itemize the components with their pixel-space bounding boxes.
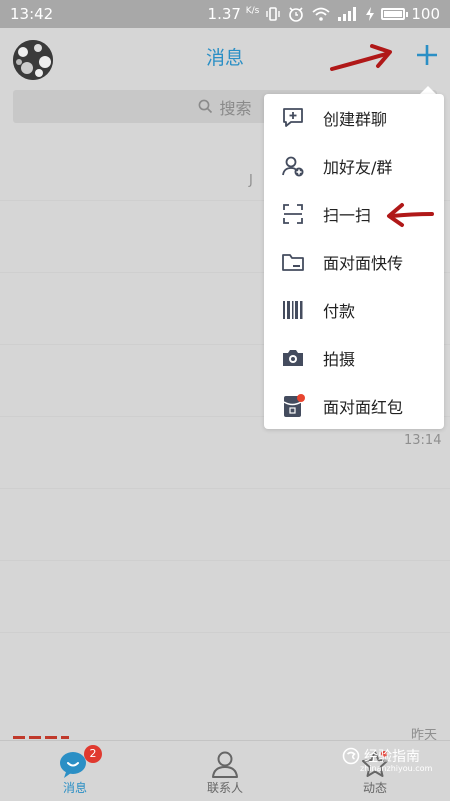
plus-button[interactable] [410, 38, 444, 72]
plus-icon [417, 45, 437, 65]
charging-icon [365, 6, 375, 22]
menu-item-payment[interactable]: 付款 [264, 286, 444, 334]
decorative-red-dashes [13, 736, 69, 739]
menu-item-create-group-chat[interactable]: 创建群聊 [264, 94, 444, 142]
annotation-arrow-plus [330, 44, 392, 71]
list-timestamp: 13:14 [404, 433, 442, 448]
popup-menu: 创建群聊 加好友/群 扫一扫 面对面快传 付款 拍摄 面对面红包 [264, 94, 444, 429]
tab-label: 联系人 [206, 781, 243, 795]
battery-level: 100 [411, 5, 440, 23]
list-divider [0, 560, 450, 561]
list-divider [0, 488, 450, 489]
menu-item-add-friend[interactable]: 加好友/群 [264, 142, 444, 190]
menu-item-red-packet[interactable]: 面对面红包 [264, 382, 444, 430]
network-speed: 1.37 K/s [207, 5, 260, 23]
contacts-tab-icon [207, 747, 243, 781]
folder-transfer-icon [281, 250, 305, 274]
search-icon [199, 99, 213, 114]
annotation-arrow-scan [387, 203, 434, 227]
vibrate-icon [265, 6, 281, 22]
watermark-logo-icon [342, 747, 360, 765]
tab-contacts[interactable]: 联系人 [150, 741, 300, 801]
tab-messages[interactable]: 2 消息 [0, 741, 150, 801]
add-friend-icon [281, 154, 305, 178]
create-group-chat-icon [281, 106, 305, 130]
menu-item-shoot[interactable]: 拍摄 [264, 334, 444, 382]
list-partial-text: J [249, 173, 253, 188]
red-packet-icon [281, 394, 305, 418]
scan-icon [281, 202, 305, 226]
tab-label: 动态 [362, 781, 387, 795]
camera-icon [281, 346, 305, 370]
menu-item-face-to-face-transfer[interactable]: 面对面快传 [264, 238, 444, 286]
unread-badge: 2 [84, 745, 102, 763]
status-time: 13:42 [10, 5, 54, 23]
signal-icon [337, 6, 359, 22]
barcode-payment-icon [281, 298, 305, 322]
battery-icon [381, 8, 409, 20]
status-right: 1.37 K/s 100 [208, 5, 440, 23]
alarm-icon [287, 5, 305, 23]
wifi-icon [311, 6, 331, 22]
list-divider [0, 632, 450, 633]
tab-label: 消息 [62, 781, 87, 795]
search-placeholder: 搜索 [219, 98, 252, 118]
status-bar: 13:42 1.37 K/s 100 [0, 0, 450, 28]
watermark: 经验指南 zhinanzhiyou.com [342, 742, 442, 773]
